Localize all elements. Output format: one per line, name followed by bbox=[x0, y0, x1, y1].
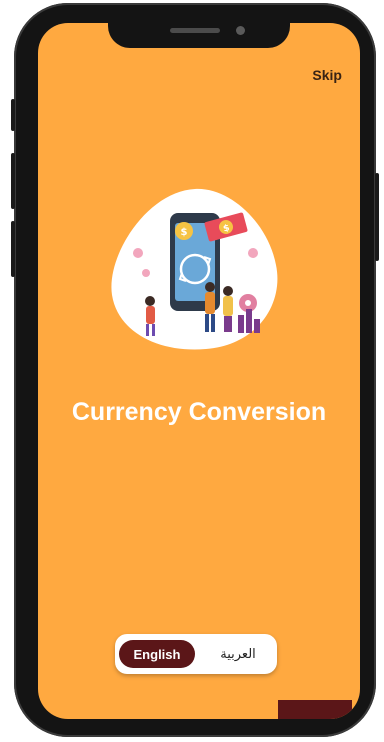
skip-button[interactable]: Skip bbox=[312, 67, 342, 83]
phone-notch bbox=[108, 14, 290, 48]
front-camera-icon bbox=[236, 26, 245, 35]
phone-side-button-power bbox=[375, 173, 379, 261]
bottom-corner-tab bbox=[278, 700, 352, 719]
onboarding-title: Currency Conversion bbox=[71, 398, 327, 426]
language-toggle: English العربية bbox=[115, 634, 277, 674]
speaker-grille bbox=[170, 28, 220, 33]
language-option-arabic[interactable]: العربية bbox=[205, 640, 271, 668]
illustration-person-right bbox=[223, 286, 233, 332]
phone-side-button-volume-up bbox=[11, 153, 15, 209]
illustration-bar-chart bbox=[238, 315, 244, 333]
language-option-english[interactable]: English bbox=[119, 640, 195, 668]
phone-side-button-volume-down bbox=[11, 221, 15, 277]
phone-frame: Skip $ $ Currency Conversion English الع… bbox=[11, 3, 379, 737]
svg-text:$: $ bbox=[181, 227, 188, 238]
phone-side-button-silent bbox=[11, 99, 15, 131]
currency-exchange-illustration: $ $ bbox=[111, 188, 278, 350]
app-screen: Skip $ $ Currency Conversion English الع… bbox=[38, 23, 360, 719]
